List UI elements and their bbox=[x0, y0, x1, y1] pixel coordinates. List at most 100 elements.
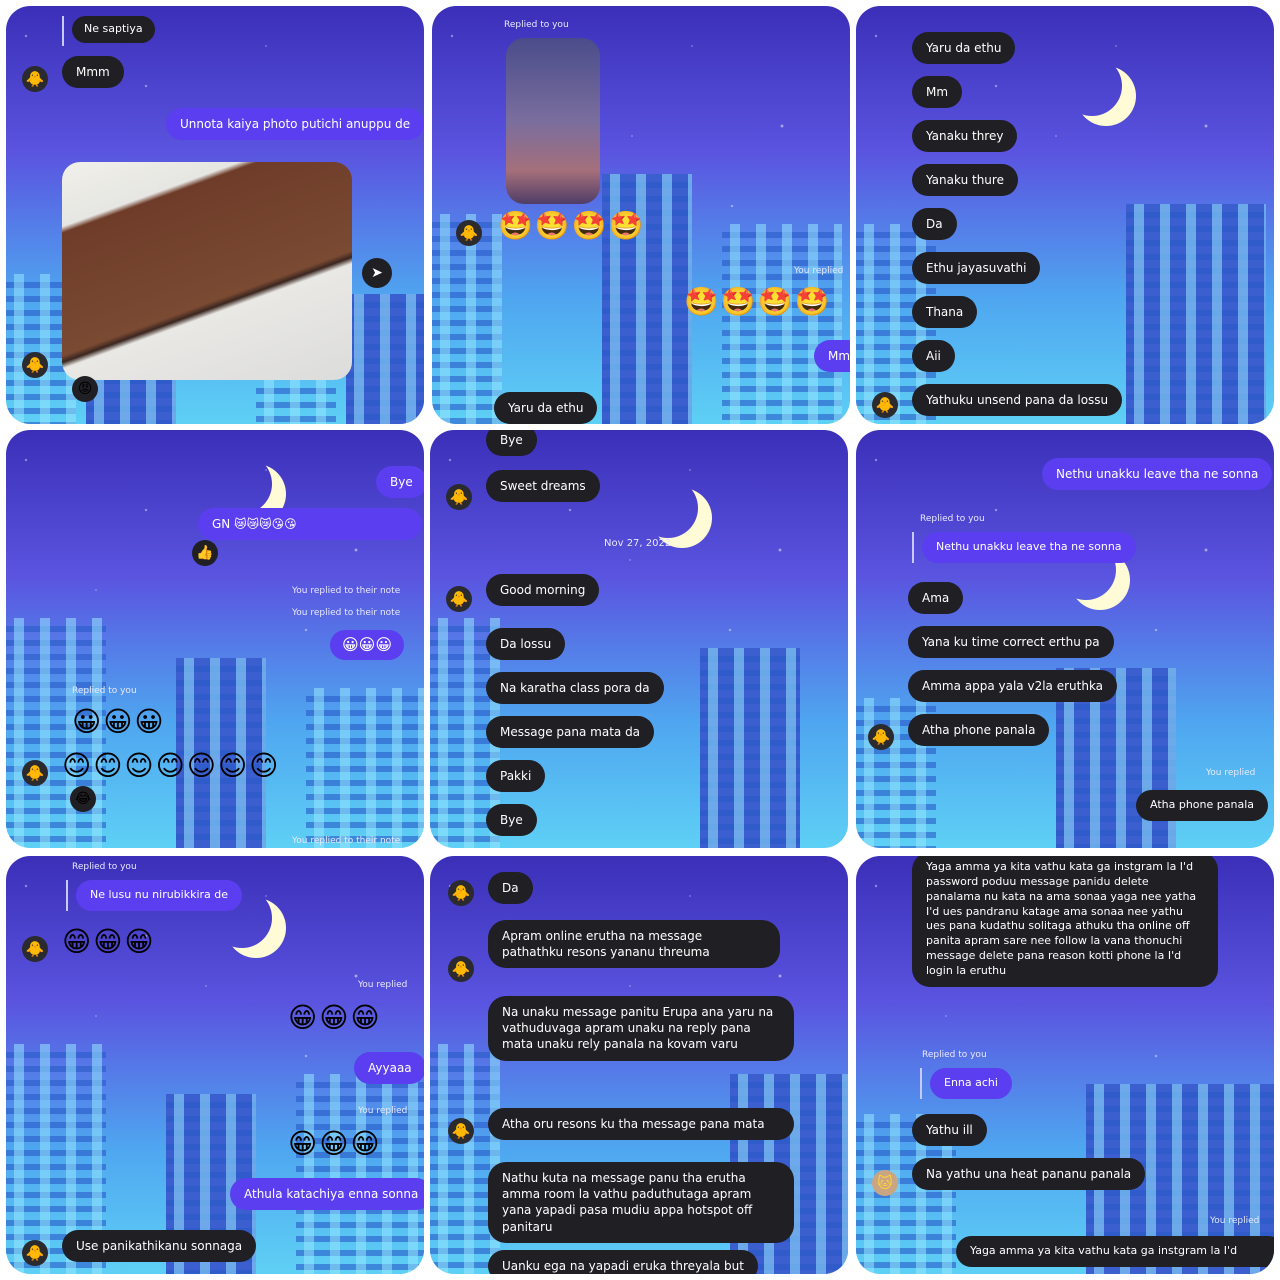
contact-avatar[interactable]: 🐥 bbox=[446, 484, 472, 510]
chat-panel-5: Bye 🐥 Sweet dreams Nov 27, 2022 🐥 Good m… bbox=[430, 430, 848, 848]
quoted-text: Ne lusu nu nirubikkira de bbox=[76, 880, 243, 911]
message-bubble[interactable]: Yaru da ethu bbox=[494, 392, 598, 424]
note-reply-label: You replied to their note bbox=[292, 586, 401, 596]
sent-message-bubble[interactable]: Ayyaaa bbox=[354, 1052, 424, 1085]
quoted-text: Ne saptiya bbox=[72, 16, 155, 43]
chat-panel-6: Nethu unakku leave tha ne sonna Replied … bbox=[856, 430, 1274, 848]
message-bubble[interactable]: Thana bbox=[912, 296, 978, 329]
contact-avatar[interactable]: 🐥 bbox=[22, 66, 48, 92]
quoted-message: Nethu unakku leave tha ne sonna bbox=[912, 532, 1136, 563]
message-bubble[interactable]: Use panikathikanu sonnaga bbox=[62, 1230, 257, 1263]
you-replied-label: You replied bbox=[794, 266, 844, 276]
message-bubble[interactable]: Message pana mata da bbox=[486, 716, 655, 749]
message-bubble[interactable]: Bye bbox=[486, 430, 537, 457]
you-replied-label: You replied bbox=[1206, 768, 1256, 778]
chat-panel-7: Replied to you Ne lusu nu nirubikkira de… bbox=[6, 856, 424, 1274]
emoji-message[interactable]: 🤩🤩🤩🤩 bbox=[498, 212, 645, 240]
chat-panel-8: 🐥 Da 🐥 Apram online erutha na message pa… bbox=[430, 856, 848, 1274]
replied-story-thumbnail[interactable] bbox=[506, 38, 600, 204]
message-bubble[interactable]: Da lossu bbox=[486, 628, 566, 661]
contact-avatar[interactable]: 🐥 bbox=[448, 956, 474, 982]
message-bubble[interactable]: Yathuku unsend pana da lossu bbox=[912, 384, 1123, 417]
message-bubble[interactable]: Yana ku time correct erthu pa bbox=[908, 626, 1114, 659]
replied-label: Replied to you bbox=[920, 514, 985, 524]
emoji-message[interactable]: 😁😁😁 bbox=[288, 1130, 382, 1158]
message-bubble[interactable]: Pakki bbox=[486, 760, 546, 793]
sent-message-bubble[interactable]: Athula katachiya enna sonna bbox=[230, 1178, 424, 1211]
message-bubble[interactable]: Ama bbox=[908, 582, 964, 615]
sent-message-bubble[interactable]: Mm bbox=[814, 340, 850, 373]
contact-avatar[interactable]: 🐥 bbox=[22, 352, 48, 378]
message-bubble[interactable]: Yaru da ethu bbox=[912, 32, 1016, 65]
message-bubble[interactable]: Yanaku threy bbox=[912, 120, 1018, 153]
sent-message-bubble[interactable]: Unnota kaiya photo putichi anuppu de bbox=[166, 108, 424, 141]
shared-photo[interactable] bbox=[62, 162, 352, 380]
quoted-message: Ne lusu nu nirubikkira de bbox=[66, 880, 243, 911]
emoji-message[interactable]: 😀😀😀 bbox=[72, 708, 166, 736]
quoted-text: Nethu unakku leave tha ne sonna bbox=[922, 532, 1136, 563]
contact-avatar[interactable]: 🐥 bbox=[868, 724, 894, 750]
sent-message-bubble[interactable]: Bye bbox=[376, 466, 424, 499]
quoted-message: Ne saptiya bbox=[62, 16, 155, 46]
emoji-message[interactable]: 😊😊😊😊😊😊😊 bbox=[62, 752, 280, 780]
contact-avatar[interactable]: 🐥 bbox=[456, 220, 482, 246]
message-bubble[interactable]: Da bbox=[912, 208, 957, 241]
moon-icon bbox=[212, 454, 272, 514]
note-reply-label: You replied to their note bbox=[292, 608, 401, 618]
replied-label: Replied to you bbox=[504, 20, 569, 30]
contact-avatar[interactable]: 🐥 bbox=[22, 1240, 48, 1266]
message-bubble[interactable]: Sweet dreams bbox=[486, 470, 600, 503]
sent-message-bubble[interactable]: Atha phone panala bbox=[1136, 790, 1269, 821]
chat-panel-3: Yaru da ethu Mm Yanaku threy Yanaku thur… bbox=[856, 6, 1274, 424]
sent-message-bubble[interactable]: GN 😿😿😿😘😘 bbox=[198, 508, 422, 541]
date-separator: Nov 27, 2022 bbox=[604, 538, 672, 549]
chat-panel-9: Yaga amma ya kita vathu kata ga instgram… bbox=[856, 856, 1274, 1274]
message-bubble[interactable]: Aii bbox=[912, 340, 955, 373]
contact-avatar[interactable]: 🐥 bbox=[448, 1118, 474, 1144]
sent-message-bubble[interactable]: 😀😀😀 bbox=[330, 630, 405, 660]
sent-message-bubble[interactable]: Yaga amma ya kita vathu kata ga instgram… bbox=[956, 1236, 1274, 1267]
replied-label: Replied to you bbox=[922, 1050, 987, 1060]
emoji-message[interactable]: 🤩🤩🤩🤩 bbox=[684, 288, 831, 316]
contact-avatar[interactable]: 🐥 bbox=[22, 936, 48, 962]
contact-avatar[interactable]: 🐥 bbox=[446, 586, 472, 612]
message-bubble[interactable]: Mm bbox=[912, 76, 963, 109]
message-bubble[interactable]: Yaga amma ya kita vathu kata ga instgram… bbox=[912, 856, 1218, 987]
message-bubble[interactable]: Mmm bbox=[62, 56, 124, 89]
message-bubble[interactable]: Amma appa yala v2la eruthka bbox=[908, 670, 1118, 703]
sent-message-bubble[interactable]: Nethu unakku leave tha ne sonna bbox=[1042, 458, 1273, 491]
contact-avatar[interactable]: 🐥 bbox=[22, 760, 48, 786]
chat-panel-2: Replied to you 🐥 🤩🤩🤩🤩 You replied 🤩🤩🤩🤩 M… bbox=[432, 6, 850, 424]
message-bubble[interactable]: Na yathu una heat pananu panala bbox=[912, 1158, 1146, 1191]
quoted-message: Enna achi bbox=[920, 1068, 1012, 1099]
message-bubble[interactable]: Atha oru resons ku tha message pana mata bbox=[488, 1108, 794, 1141]
share-icon[interactable]: ➤ bbox=[362, 258, 392, 288]
message-bubble[interactable]: Good morning bbox=[486, 574, 600, 607]
message-bubble[interactable]: Bye bbox=[486, 804, 537, 837]
contact-avatar[interactable]: 🐥 bbox=[448, 880, 474, 906]
message-bubble[interactable]: Na karatha class pora da bbox=[486, 672, 664, 705]
message-bubble[interactable]: Atha phone panala bbox=[908, 714, 1050, 747]
chat-panel-4: Bye GN 😿😿😿😘😘 👍 You replied to their note… bbox=[6, 430, 424, 848]
chat-panel-1: Ne saptiya 🐥 Mmm Unnota kaiya photo puti… bbox=[6, 6, 424, 424]
quoted-text: Enna achi bbox=[930, 1068, 1012, 1099]
emoji-message[interactable]: 😁😁😁 bbox=[62, 928, 156, 956]
contact-avatar[interactable]: 🐥 bbox=[872, 392, 898, 418]
message-bubble[interactable]: Uanku ega na yapadi eruka threyala but bbox=[488, 1250, 758, 1274]
message-bubble[interactable]: Ethu jayasuvathi bbox=[912, 252, 1041, 285]
you-replied-label: You replied bbox=[358, 980, 408, 990]
contact-avatar[interactable]: 🐱 bbox=[872, 1170, 898, 1196]
city-skyline bbox=[432, 174, 850, 424]
replied-label: Replied to you bbox=[72, 862, 137, 872]
message-bubble[interactable]: Da bbox=[488, 872, 533, 905]
you-replied-label: You replied bbox=[358, 1106, 408, 1116]
message-bubble[interactable]: Apram online erutha na message pathathku… bbox=[488, 920, 780, 969]
message-bubble[interactable]: Na unaku message panitu Erupa ana yaru n… bbox=[488, 996, 794, 1061]
message-bubble[interactable]: Yathu ill bbox=[912, 1114, 987, 1147]
note-reply-label: You replied to their note bbox=[292, 836, 401, 846]
emoji-message[interactable]: 😁😁😁 bbox=[288, 1004, 382, 1032]
you-replied-label: You replied bbox=[1210, 1216, 1260, 1226]
reaction-badge: 😂 bbox=[70, 786, 96, 812]
message-bubble[interactable]: Nathu kuta na message panu tha erutha am… bbox=[488, 1162, 794, 1243]
message-bubble[interactable]: Yanaku thure bbox=[912, 164, 1018, 197]
